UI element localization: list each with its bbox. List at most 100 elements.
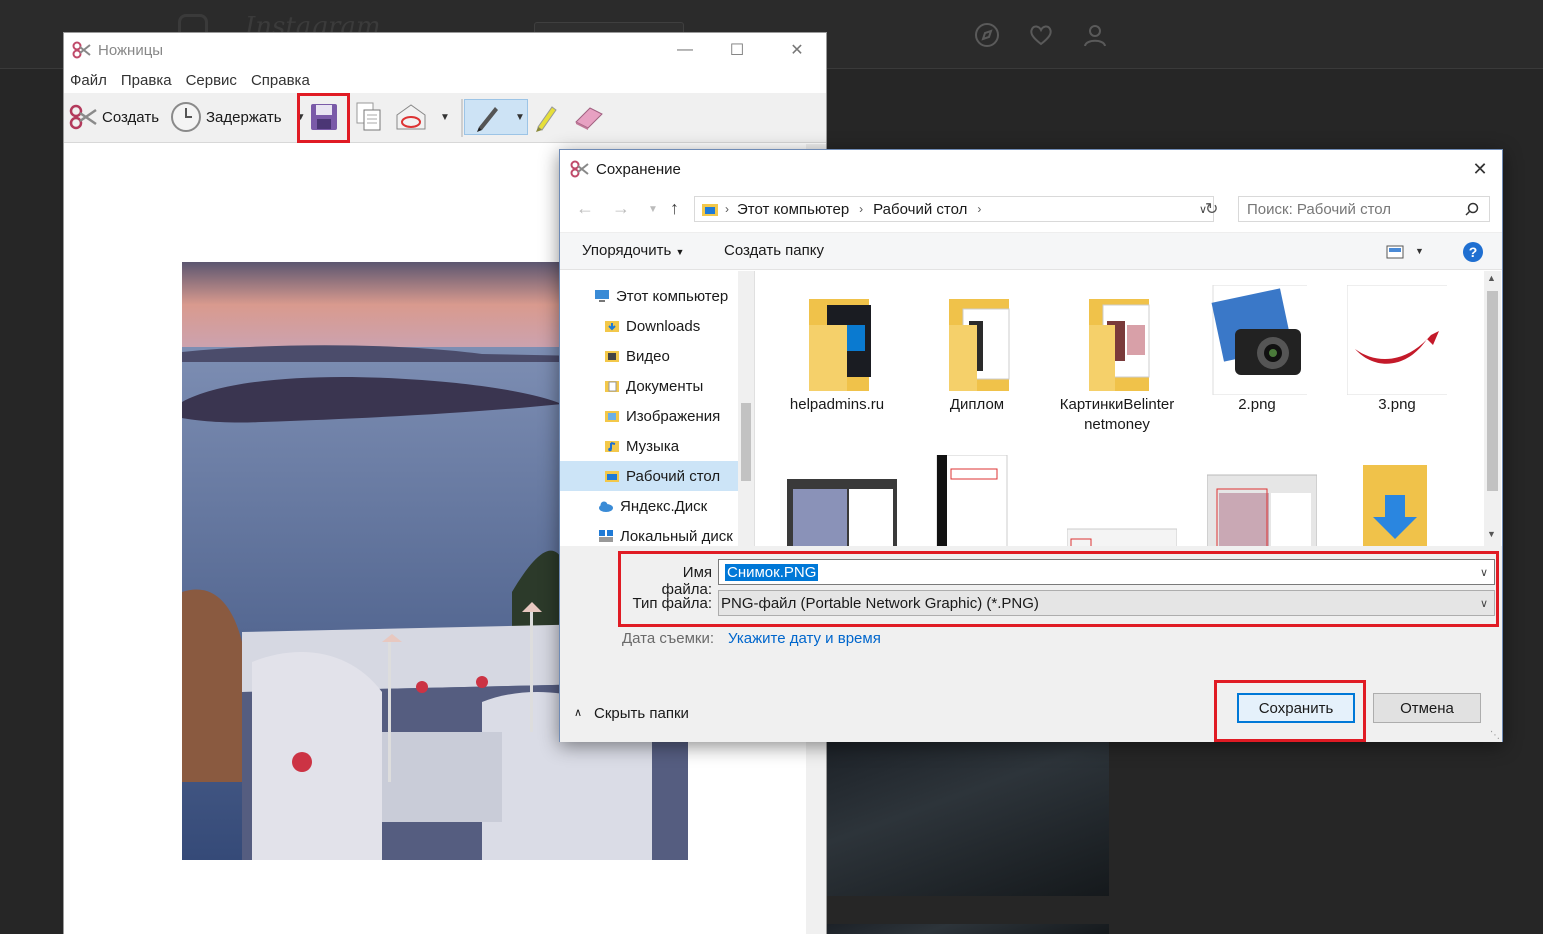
nav-item-yandex-disk[interactable]: Яндекс.Диск <box>560 491 738 521</box>
file-name: Диплом <box>949 396 1005 413</box>
file-item[interactable]: 3.png <box>1332 284 1462 415</box>
file-item[interactable]: 2.png <box>1192 284 1324 415</box>
nav-item-desktop[interactable]: Рабочий стол <box>560 461 738 491</box>
nav-label: Этот компьютер <box>616 287 729 305</box>
file-item[interactable] <box>912 454 1042 546</box>
cancel-button[interactable]: Отмена <box>1373 693 1481 723</box>
instagram-post-image <box>826 924 1109 934</box>
documents-folder-icon <box>605 381 619 392</box>
breadcrumb-this-pc[interactable]: Этот компьютер <box>737 201 849 218</box>
minimize-button[interactable]: — <box>662 33 708 67</box>
folder-icon <box>927 285 1027 395</box>
save-button-highlight <box>1214 680 1366 742</box>
send-snip-button[interactable]: ▼ <box>394 99 450 135</box>
image-thumbnail <box>1346 284 1458 396</box>
menu-file[interactable]: Файл <box>70 72 107 89</box>
file-name: КартинкиBelinter netmoney <box>1059 396 1175 433</box>
help-icon[interactable]: ? <box>1463 242 1483 262</box>
envelope-icon <box>396 104 426 130</box>
search-icon <box>1465 202 1479 216</box>
profile-icon[interactable] <box>1082 22 1108 48</box>
nav-item-downloads[interactable]: Downloads <box>560 311 738 341</box>
resize-grip-icon[interactable]: ⋱ <box>1490 730 1500 741</box>
highlighter-button[interactable] <box>532 99 560 135</box>
copy-button[interactable] <box>354 99 384 135</box>
nav-item-pictures[interactable]: Изображения <box>560 401 738 431</box>
date-link[interactable]: Укажите дату и время <box>728 630 881 647</box>
chevron-down-icon[interactable]: ▼ <box>1415 246 1424 256</box>
recent-chevron-icon[interactable]: ▼ <box>648 204 658 215</box>
file-item[interactable] <box>1052 455 1182 546</box>
address-bar[interactable]: › Этот компьютер › Рабочий стол › ∨ <box>694 196 1214 222</box>
nav-scroll-thumb[interactable] <box>741 403 751 481</box>
desktop-folder-icon <box>605 471 619 482</box>
eraser-button[interactable] <box>572 99 606 135</box>
nav-item-this-pc[interactable]: Этот компьютер <box>560 281 738 311</box>
address-row: ← → ▼ ↑ › Этот компьютер › Рабочий стол … <box>560 190 1502 228</box>
chevron-down-icon[interactable]: ▼ <box>515 112 525 123</box>
cloud-icon <box>599 501 613 512</box>
file-item[interactable]: Диплом <box>912 285 1042 415</box>
new-snip-button[interactable]: Создать <box>68 99 159 135</box>
chevron-up-icon[interactable]: ∧ <box>574 706 582 719</box>
eraser-icon <box>575 107 603 130</box>
menu-help[interactable]: Справка <box>251 72 310 89</box>
delay-button[interactable]: Задержать ▼ <box>170 99 305 135</box>
pen-button[interactable]: ▼ <box>464 99 528 135</box>
back-arrow-icon[interactable]: ← <box>576 198 594 219</box>
nav-label: Яндекс.Диск <box>620 497 708 515</box>
file-scroll-thumb[interactable] <box>1487 291 1498 491</box>
view-options-icon[interactable] <box>1386 245 1404 259</box>
breadcrumb-separator-icon: › <box>977 202 982 216</box>
forward-arrow-icon[interactable]: → <box>612 198 630 219</box>
nav-item-music[interactable]: Музыка <box>560 431 738 461</box>
nav-item-documents[interactable]: Документы <box>560 371 738 401</box>
breadcrumb-desktop[interactable]: Рабочий стол <box>873 201 967 218</box>
dialog-titlebar: Сохранение <box>560 150 1502 188</box>
maximize-button[interactable]: ☐ <box>714 33 760 67</box>
nav-item-videos[interactable]: Видео <box>560 341 738 371</box>
close-button[interactable]: ✕ <box>774 33 820 67</box>
search-input[interactable]: Поиск: Рабочий стол <box>1238 196 1490 222</box>
command-bar: Упорядочить ▼ Создать папку ▼ ? <box>560 232 1502 270</box>
explore-icon[interactable] <box>974 22 1000 48</box>
scroll-down-icon[interactable]: ▼ <box>1487 529 1496 539</box>
chevron-down-icon[interactable]: ▼ <box>440 112 450 123</box>
image-thumbnail <box>1206 455 1318 546</box>
file-list-scrollbar[interactable]: ▲ ▼ <box>1484 271 1501 546</box>
clock-icon <box>171 102 201 132</box>
folder-icon <box>787 285 887 395</box>
up-arrow-icon[interactable]: ↑ <box>670 198 679 219</box>
dialog-close-button[interactable]: ✕ <box>1458 150 1502 188</box>
file-item[interactable] <box>1332 455 1462 546</box>
new-folder-button[interactable]: Создать папку <box>724 242 824 259</box>
organize-label: Упорядочить <box>582 242 672 259</box>
desktop-folder-icon <box>702 204 718 216</box>
nav-scrollbar[interactable] <box>738 271 754 546</box>
nav-label: Изображения <box>626 407 721 425</box>
scissors-icon <box>69 104 97 130</box>
nav-item-local-disk[interactable]: Локальный диск <box>560 521 738 546</box>
image-thumbnail <box>927 454 1027 546</box>
heart-icon[interactable] <box>1028 22 1054 48</box>
delay-label: Задержать <box>206 108 282 126</box>
breadcrumb-separator-icon: › <box>725 202 729 216</box>
save-highlight <box>297 93 350 143</box>
hide-folders-button[interactable]: Скрыть папки <box>594 705 689 722</box>
menu-edit[interactable]: Правка <box>121 72 172 89</box>
scissors-icon <box>72 41 91 59</box>
refresh-icon[interactable]: ↻ <box>1205 199 1218 219</box>
file-item[interactable]: helpadmins.ru <box>772 285 902 415</box>
file-item[interactable]: КартинкиBelinter netmoney <box>1052 285 1182 435</box>
file-fields-highlight <box>618 551 1499 627</box>
pictures-folder-icon <box>605 411 619 422</box>
new-snip-label: Создать <box>102 108 160 126</box>
file-item[interactable] <box>772 455 902 546</box>
folder-icon <box>605 321 619 332</box>
organize-button[interactable]: Упорядочить ▼ <box>582 242 684 259</box>
snip-toolbar: Создать Задержать ▼ ▼ ▼ <box>64 93 826 143</box>
menu-tools[interactable]: Сервис <box>186 72 237 89</box>
file-item[interactable] <box>1192 455 1322 546</box>
scroll-up-icon[interactable]: ▲ <box>1487 273 1496 283</box>
nav-label: Документы <box>626 377 704 395</box>
